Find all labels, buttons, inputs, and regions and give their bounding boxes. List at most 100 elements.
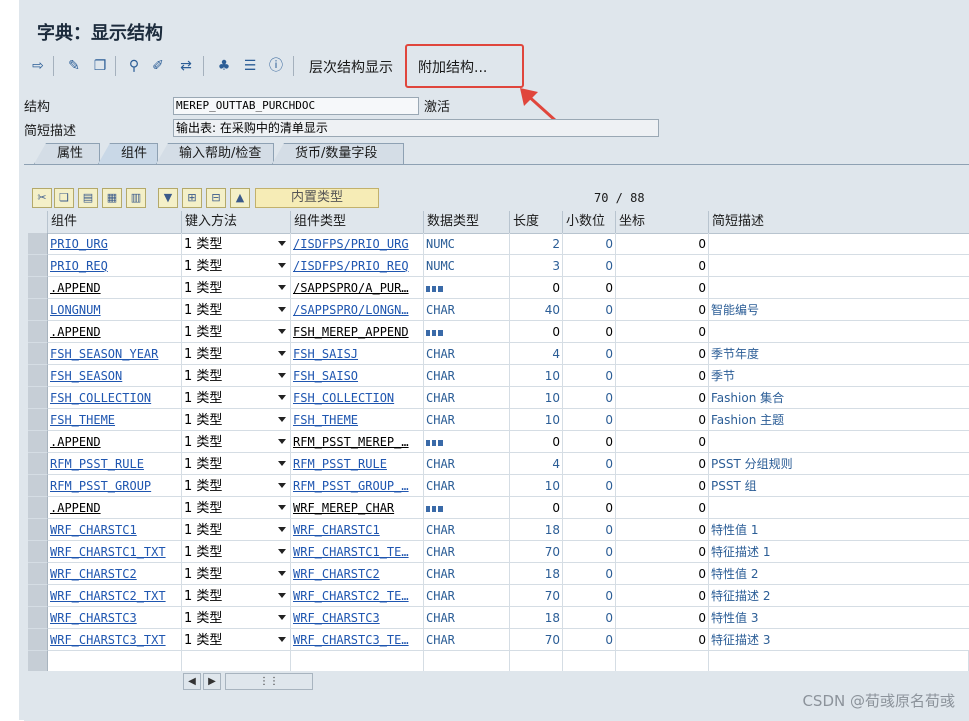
component-name[interactable]: WRF_CHARSTC3 — [50, 611, 137, 625]
short-desc-field[interactable]: 输出表: 在采购中的清单显示 — [173, 119, 659, 137]
dropdown-arrow-icon[interactable] — [278, 417, 286, 422]
typing-method-dropdown[interactable]: 1 类型 — [182, 233, 291, 255]
dropdown-arrow-icon[interactable] — [278, 373, 286, 378]
row-selector[interactable] — [28, 607, 48, 629]
typing-method-dropdown[interactable]: 1 类型 — [182, 255, 291, 277]
row-selector[interactable] — [28, 519, 48, 541]
component-type-name[interactable]: FSH_SAISO — [293, 369, 358, 383]
table-row[interactable]: LONGNUM 1 类型/SAPPSPRO/LONGN… CHAR 40 0 0 智能编号 — [28, 299, 969, 321]
row-selector[interactable] — [28, 255, 48, 277]
component-type-name[interactable]: /SAPPSPRO/LONGN… — [293, 303, 409, 317]
up-icon[interactable]: ▲ — [230, 188, 250, 208]
test-icon[interactable]: ⇄ — [177, 57, 195, 75]
table-row[interactable]: WRF_CHARSTC3_TXT 1 类型 WRF_CHARSTC3_TE… CHAR… — [28, 629, 969, 651]
component-type-name[interactable]: /ISDFPS/PRIO_REQ — [293, 259, 409, 273]
table-row[interactable]: .APPEND 1 类型 WRF_MEREP_CHAR 0 0 0 — [28, 497, 969, 519]
row-selector[interactable] — [28, 563, 48, 585]
component-name[interactable]: FSH_THEME — [50, 413, 115, 427]
table-row[interactable]: WRF_CHARSTC2 1 类型 WRF_CHARSTC2 CHAR 18 0 0 特性值 … — [28, 563, 969, 585]
component-type-name[interactable]: /SAPPSPRO/A_PUR… — [293, 281, 409, 295]
row-selector[interactable] — [28, 431, 48, 453]
col-short-desc[interactable]: 简短描述 — [709, 211, 969, 233]
row-selector[interactable] — [28, 541, 48, 563]
dropdown-arrow-icon[interactable] — [278, 285, 286, 290]
col-decimals[interactable]: 小数位 — [563, 211, 616, 233]
table-row[interactable]: RFM_PSST_GROUP 1 类型 RFM_PSST_GROUP_… CHAR 10… — [28, 475, 969, 497]
row-selector[interactable] — [28, 453, 48, 475]
component-type-name[interactable]: WRF_CHARSTC1 — [293, 523, 380, 537]
scroll-left-icon[interactable]: ◀ — [183, 673, 201, 690]
row-selector[interactable] — [28, 321, 48, 343]
dropdown-arrow-icon[interactable] — [278, 527, 286, 532]
switch-arrow-icon[interactable]: ⇨ — [29, 57, 47, 75]
activate-icon[interactable]: ✐ — [149, 57, 167, 75]
col-component-type[interactable]: 组件类型 — [291, 211, 424, 233]
component-name[interactable]: FSH_SEASON — [50, 369, 122, 383]
typing-method-dropdown[interactable]: 1 类型 — [182, 497, 291, 519]
component-name[interactable]: RFM_PSST_RULE — [50, 457, 144, 471]
row-selector[interactable] — [28, 409, 48, 431]
table-row[interactable]: FSH_COLLECTION 1 类型 FSH_COLLECTION CHAR 10 0 0… — [28, 387, 969, 409]
tab-currency-quantity[interactable]: 货币/数量字段 — [272, 143, 404, 164]
scroll-right-icon[interactable]: ▶ — [203, 673, 221, 690]
component-name[interactable]: PRIO_URG — [50, 237, 108, 251]
table-row[interactable]: .APPEND 1 类型/SAPPSPRO/A_PUR… 0 0 0 — [28, 277, 969, 299]
empty-row[interactable] — [28, 651, 969, 671]
dropdown-arrow-icon[interactable] — [278, 593, 286, 598]
row-selector[interactable] — [28, 365, 48, 387]
component-name[interactable]: WRF_CHARSTC1_TXT — [50, 545, 166, 559]
typing-method-dropdown[interactable]: 1 类型 — [182, 387, 291, 409]
dropdown-arrow-icon[interactable] — [278, 439, 286, 444]
other-object-icon[interactable]: ❐ — [91, 57, 109, 75]
dropdown-arrow-icon[interactable] — [278, 615, 286, 620]
dropdown-arrow-icon[interactable] — [278, 263, 286, 268]
horizontal-scrollbar[interactable]: ⋮⋮ — [225, 673, 313, 690]
component-name[interactable]: PRIO_REQ — [50, 259, 108, 273]
table-row[interactable]: .APPEND 1 类型 FSH_MEREP_APPEND 0 0 0 — [28, 321, 969, 343]
table-row[interactable]: WRF_CHARSTC1_TXT 1 类型 WRF_CHARSTC1_TE… CHAR… — [28, 541, 969, 563]
table-row[interactable]: .APPEND 1 类型 RFM_PSST_MEREP_… 0 0 0 — [28, 431, 969, 453]
row-selector[interactable] — [28, 629, 48, 651]
table-row[interactable]: FSH_THEME 1 类型 FSH_THEME CHAR 10 0 0 Fashion 主题 — [28, 409, 969, 431]
table-row[interactable]: PRIO_URG 1 类型/ISDFPS/PRIO_URG NUMC 2 0 0 — [28, 233, 969, 255]
display-change-icon[interactable]: ✎ — [65, 57, 83, 75]
row-selector[interactable] — [28, 585, 48, 607]
dropdown-arrow-icon[interactable] — [278, 329, 286, 334]
delete-row-icon[interactable]: ▥ — [126, 188, 146, 208]
typing-method-dropdown[interactable]: 1 类型 — [182, 277, 291, 299]
component-type-name[interactable]: FSH_THEME — [293, 413, 358, 427]
dropdown-arrow-icon[interactable] — [278, 395, 286, 400]
table-row[interactable]: FSH_SEASON 1 类型 FSH_SAISO CHAR 10 0 0 季节 — [28, 365, 969, 387]
component-type-name[interactable]: WRF_CHARSTC3 — [293, 611, 380, 625]
component-name[interactable]: FSH_SEASON_YEAR — [50, 347, 158, 361]
typing-method-dropdown[interactable]: 1 类型 — [182, 453, 291, 475]
info-icon[interactable]: ⓘ — [267, 57, 285, 75]
typing-method-dropdown[interactable]: 1 类型 — [182, 585, 291, 607]
filter-icon[interactable]: ▼ — [158, 188, 178, 208]
typing-method-dropdown[interactable]: 1 类型 — [182, 563, 291, 585]
component-name[interactable]: WRF_CHARSTC3_TXT — [50, 633, 166, 647]
dropdown-arrow-icon[interactable] — [278, 505, 286, 510]
typing-method-dropdown[interactable]: 1 类型 — [182, 431, 291, 453]
row-selector[interactable] — [28, 277, 48, 299]
component-name[interactable]: .APPEND — [50, 325, 101, 339]
col-coordinate[interactable]: 坐标 — [616, 211, 709, 233]
table-row[interactable]: WRF_CHARSTC3 1 类型 WRF_CHARSTC3 CHAR 18 0 0 特性值 … — [28, 607, 969, 629]
dropdown-arrow-icon[interactable] — [278, 483, 286, 488]
list-icon[interactable]: ☰ — [241, 57, 259, 75]
check-icon[interactable]: ⚲ — [125, 57, 143, 75]
component-type-name[interactable]: /ISDFPS/PRIO_URG — [293, 237, 409, 251]
typing-method-dropdown[interactable]: 1 类型 — [182, 541, 291, 563]
last-page-icon[interactable]: ⊟ — [206, 188, 226, 208]
row-selector[interactable] — [28, 299, 48, 321]
component-name[interactable]: .APPEND — [50, 501, 101, 515]
builtin-type-button[interactable]: 内置类型 — [255, 188, 379, 208]
component-name[interactable]: .APPEND — [50, 281, 101, 295]
component-type-name[interactable]: WRF_CHARSTC1_TE… — [293, 545, 409, 559]
first-page-icon[interactable]: ⊞ — [182, 188, 202, 208]
structure-field[interactable]: MEREP_OUTTAB_PURCHDOC — [173, 97, 419, 115]
typing-method-dropdown[interactable]: 1 类型 — [182, 299, 291, 321]
component-name[interactable]: WRF_CHARSTC2 — [50, 567, 137, 581]
table-row[interactable]: FSH_SEASON_YEAR 1 类型 FSH_SAISJ CHAR 4 0 0 季节年度 — [28, 343, 969, 365]
component-name[interactable]: FSH_COLLECTION — [50, 391, 151, 405]
